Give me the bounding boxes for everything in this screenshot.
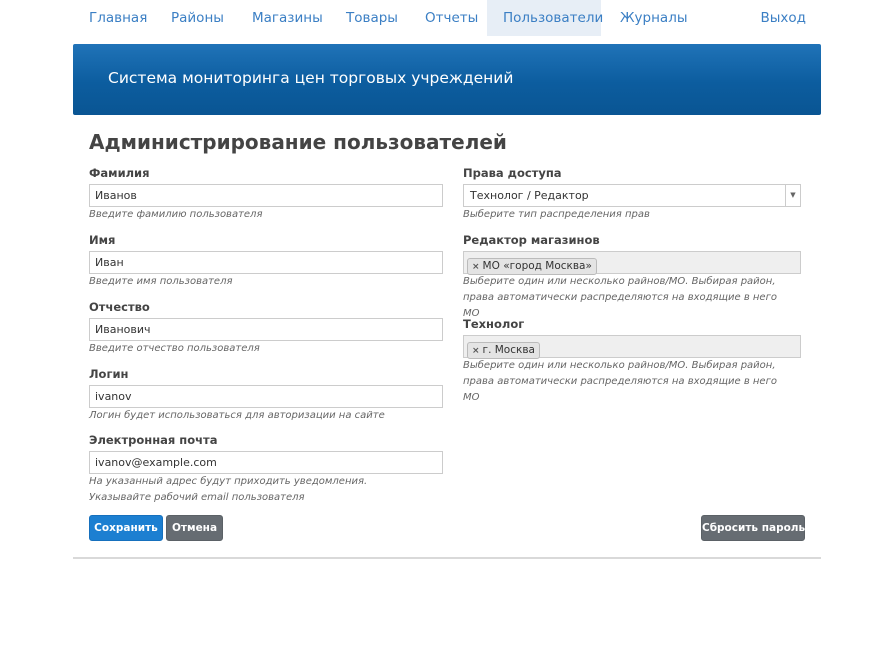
access-rights-value: Технолог / Редактор <box>470 189 589 202</box>
store-editor-label: Редактор магазинов <box>463 233 600 247</box>
email-input[interactable]: ivanov@example.com <box>89 451 443 474</box>
patronymic-label: Отчество <box>89 300 150 314</box>
store-editor-tag-label: МО «город Москва» <box>482 260 592 272</box>
store-editor-tag: × МО «город Москва» <box>467 258 597 275</box>
store-editor-help: Выберите один или несколько райнов/МО. В… <box>463 276 777 319</box>
nav-item-users[interactable]: Пользователи <box>487 0 603 36</box>
last-name-label: Фамилия <box>89 166 150 180</box>
site-title: Система мониторинга цен торговых учрежде… <box>108 69 514 87</box>
save-button[interactable]: Сохранить <box>89 515 163 541</box>
last-name-help: Введите фамилию пользователя <box>89 209 263 220</box>
store-editor-multiselect[interactable]: × МО «город Москва» <box>463 251 801 275</box>
cancel-button[interactable]: Отмена <box>166 515 223 541</box>
technologist-label: Технолог <box>463 317 525 331</box>
first-name-input[interactable]: Иван <box>89 251 443 274</box>
nav-logout-link[interactable]: Выход <box>760 0 806 36</box>
login-label: Логин <box>89 367 129 381</box>
first-name-help: Введите имя пользователя <box>89 276 233 287</box>
footer-divider <box>73 557 821 559</box>
access-rights-select[interactable]: Технолог / Редактор ▼ <box>463 184 801 207</box>
email-help: На указанный адрес будут приходить уведо… <box>89 476 368 503</box>
nav-item-products[interactable]: Товары <box>329 0 415 36</box>
last-name-input[interactable]: Иванов <box>89 184 443 207</box>
email-label: Электронная почта <box>89 433 218 447</box>
technologist-tag-label: г. Москва <box>482 344 535 356</box>
technologist-tag: × г. Москва <box>467 342 540 359</box>
dropdown-arrow-icon[interactable]: ▼ <box>785 185 800 206</box>
remove-tag-icon[interactable]: × <box>472 346 480 356</box>
login-input[interactable]: ivanov <box>89 385 443 408</box>
remove-tag-icon[interactable]: × <box>472 262 480 272</box>
technologist-help: Выберите один или несколько райнов/МО. В… <box>463 360 777 403</box>
nav-item-districts[interactable]: Районы <box>154 0 241 36</box>
access-rights-help: Выберите тип распределения прав <box>463 209 650 220</box>
access-rights-label: Права доступа <box>463 166 562 180</box>
first-name-label: Имя <box>89 233 116 247</box>
nav-item-stores[interactable]: Магазины <box>235 0 340 36</box>
nav-item-home[interactable]: Главная <box>72 0 164 36</box>
header-banner: Система мониторинга цен торговых учрежде… <box>73 44 821 115</box>
technologist-multiselect[interactable]: × г. Москва <box>463 335 801 359</box>
patronymic-input[interactable]: Иванович <box>89 318 443 341</box>
top-navigation: Главная Районы Магазины Товары Отчеты По… <box>72 0 822 36</box>
nav-item-logs[interactable]: Журналы <box>603 0 705 36</box>
page-title: Администрирование пользователей <box>89 130 507 154</box>
patronymic-help: Введите отчество пользователя <box>89 343 260 354</box>
reset-password-button[interactable]: Сбросить пароль <box>701 515 805 541</box>
login-help: Логин будет использоваться для авторизац… <box>89 410 385 421</box>
nav-item-reports[interactable]: Отчеты <box>408 0 495 36</box>
